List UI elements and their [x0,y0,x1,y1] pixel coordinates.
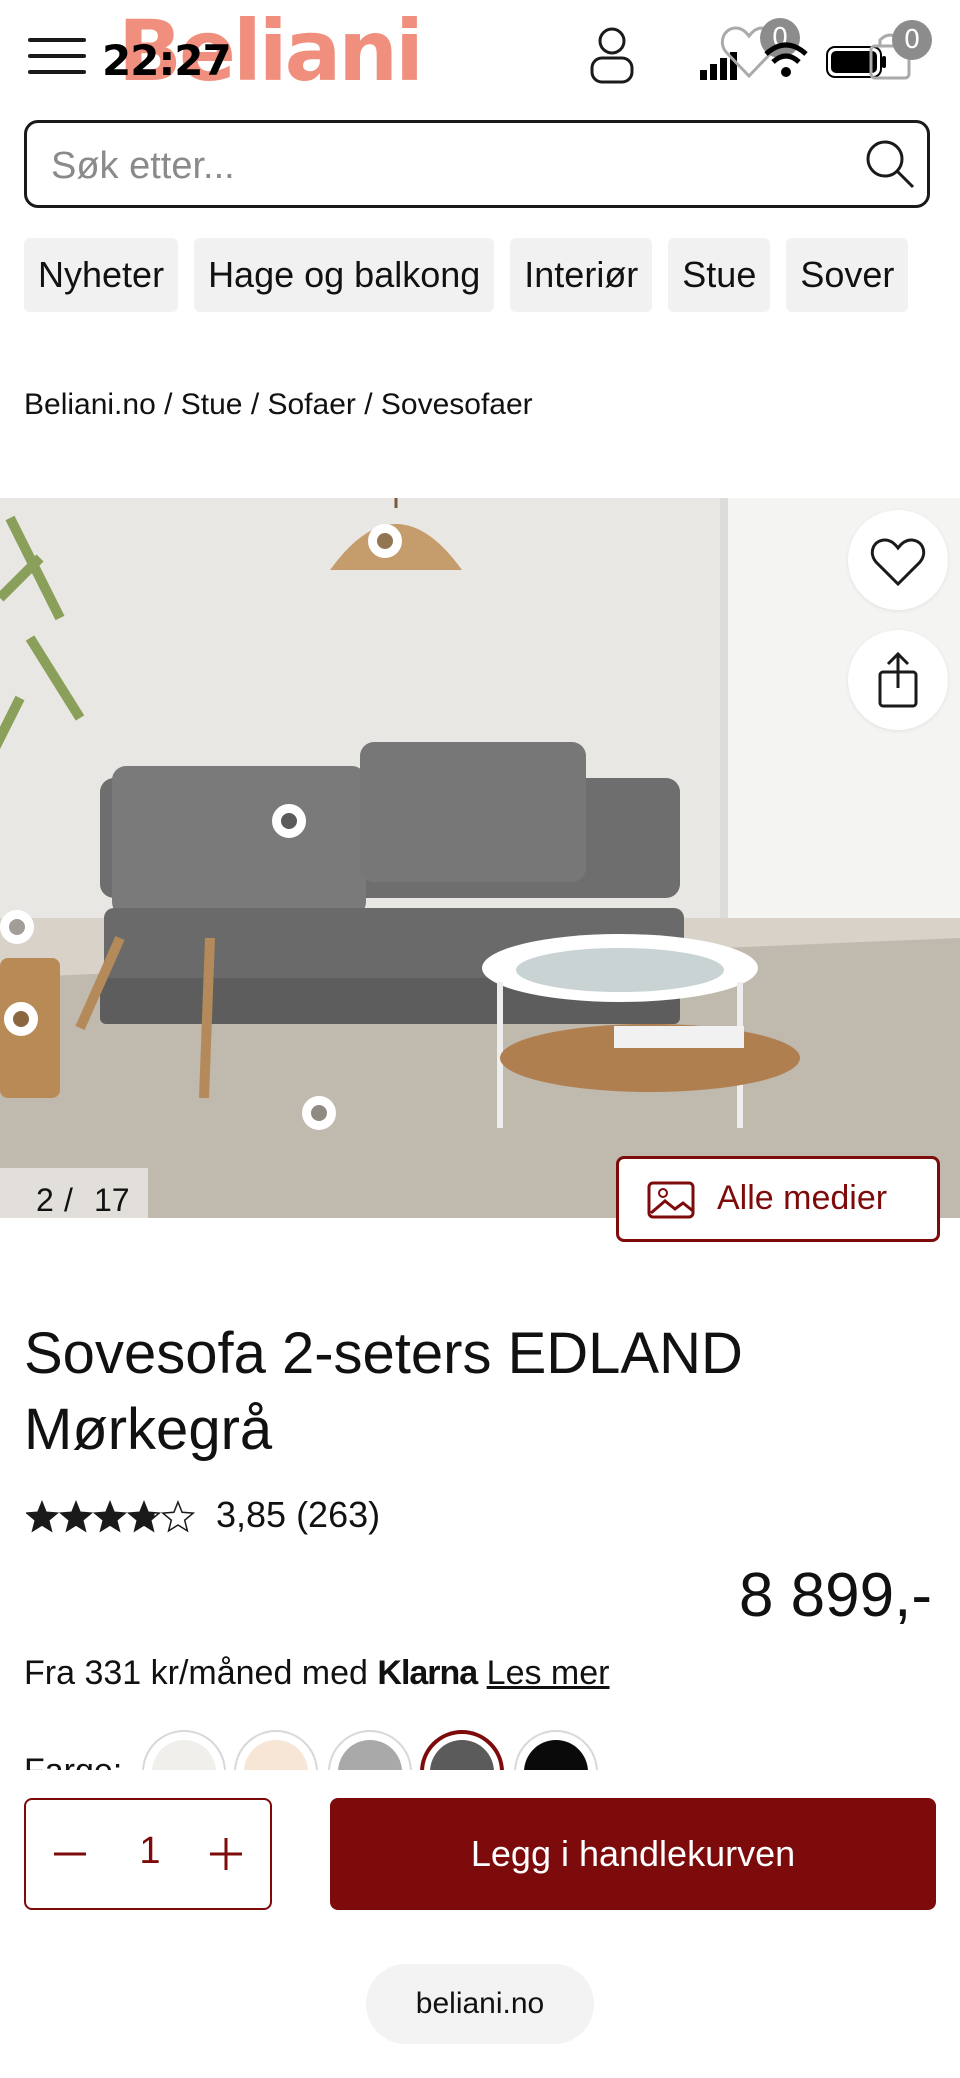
hotspot-shelf[interactable] [0,910,34,944]
image-icon [647,1181,695,1219]
category-chip-hage[interactable]: Hage og balkong [194,238,495,312]
category-chip-sover[interactable]: Sover [786,238,909,312]
product-price: 8 899,- [738,1561,932,1630]
category-chip-nyheter[interactable]: Nyheter [24,238,179,312]
plus-icon[interactable] [196,1824,256,1884]
browser-url-bar[interactable]: beliani.no [366,1964,594,2044]
search-input[interactable] [49,137,853,195]
cart-count-badge: 0 [892,20,932,60]
product-title: Sovesofa 2-seters EDLAND Mørkegrå [24,1321,743,1462]
gallery-counter: 2 / 17 [0,1168,148,1220]
rating-star [92,1499,128,1533]
quantity-value[interactable]: 1 [124,1830,176,1873]
category-chip-interior[interactable]: Interiør [510,238,653,312]
category-nav: Nyheter Hage og balkong Interiør Stue Sover [24,238,936,314]
quantity-stepper: 1 [24,1798,272,1910]
rating-stars[interactable] [24,1498,202,1538]
gallery-current: 2 [36,1182,54,1218]
menu-icon[interactable] [28,34,86,78]
read-more-link[interactable]: Les mer [487,1654,610,1692]
hotspot-side-table[interactable] [4,1002,38,1036]
category-chip-stue[interactable]: Stue [668,238,771,312]
product-image[interactable] [0,498,960,1218]
wifi-icon [762,40,810,80]
gallery-separator: / [64,1182,73,1218]
gallery-total: 17 [94,1182,130,1218]
hotspot-lamp[interactable] [368,524,402,558]
financing-info: Fra 331 kr/måned med Klarna Les mer [24,1654,610,1693]
rating-star [160,1499,196,1533]
breadcrumb[interactable]: Beliani.no / Stue / Sofaer / Sovesofaer [24,388,533,422]
financing-prefix: Fra 331 kr/måned med [24,1654,368,1692]
status-time: 22:27 [102,36,232,85]
minus-icon[interactable] [40,1824,100,1884]
share-icon[interactable] [848,630,948,730]
favorite-heart-icon[interactable] [848,510,948,610]
rating-star [24,1499,60,1533]
hotspot-rug[interactable] [302,1096,336,1130]
search-bar [24,120,930,208]
klarna-logo: Klarna [377,1654,478,1692]
account-icon[interactable] [588,26,636,84]
rating-star [58,1499,94,1533]
hotspot-sofa[interactable] [272,804,306,838]
search-icon[interactable] [863,137,917,191]
all-media-label: Alle medier [717,1179,888,1217]
all-media-button[interactable]: Alle medier [616,1156,940,1242]
rating-star [126,1499,162,1533]
add-to-cart-button[interactable]: Legg i handlekurven [330,1798,936,1910]
rating-text[interactable]: 3,85 (263) [216,1494,380,1536]
